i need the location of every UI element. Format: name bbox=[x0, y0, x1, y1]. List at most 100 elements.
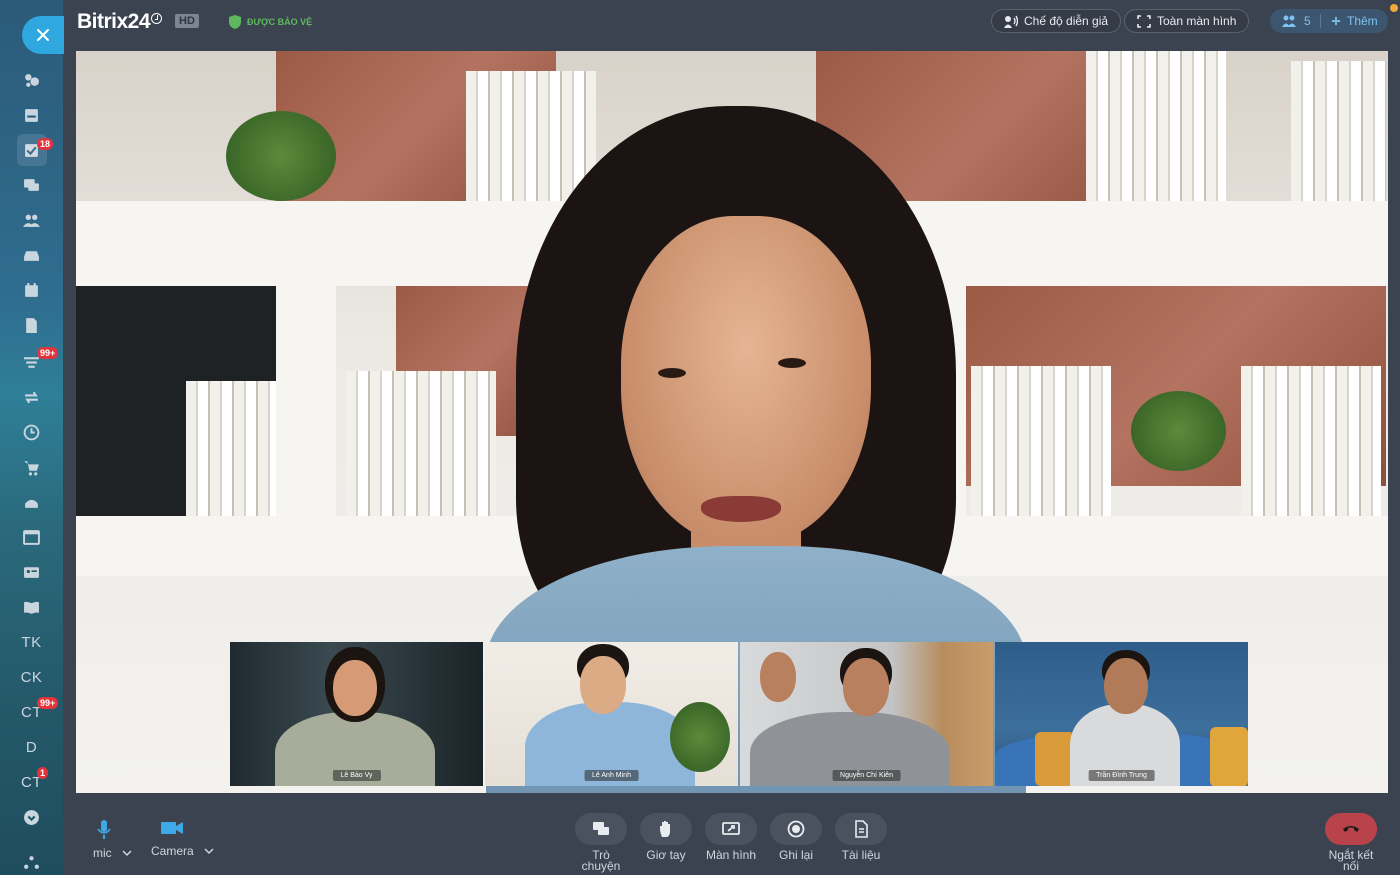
participant-tile[interactable]: Lê Bảo Vy bbox=[230, 642, 483, 786]
video-scene bbox=[843, 658, 889, 716]
browser-icon bbox=[23, 529, 40, 545]
record-circle[interactable] bbox=[770, 813, 822, 845]
chat-button-circle[interactable] bbox=[575, 813, 627, 845]
hang-up-icon bbox=[1343, 826, 1359, 832]
sidebar-item-time[interactable] bbox=[0, 415, 63, 449]
sidebar-item-groups[interactable] bbox=[0, 203, 63, 237]
video-scene bbox=[778, 358, 806, 368]
sidebar-item-ct-2[interactable]: CT 1 bbox=[0, 765, 63, 799]
sidebar-item-d[interactable]: D bbox=[0, 730, 63, 764]
sync-icon bbox=[25, 391, 38, 403]
disconnect-button[interactable]: Ngắt kết nối bbox=[1325, 813, 1377, 872]
camera-icon bbox=[161, 822, 183, 834]
plus-icon bbox=[1331, 16, 1341, 26]
record-label: Ghi lại bbox=[778, 848, 813, 862]
participant-tile[interactable]: Lê Anh Minh bbox=[485, 642, 738, 786]
sidebar-item-tasks[interactable]: 18 bbox=[0, 133, 63, 167]
hd-badge: HD bbox=[175, 14, 199, 28]
sidebar-item-knowledge[interactable] bbox=[0, 590, 63, 624]
screen-share-circle[interactable] bbox=[705, 813, 757, 845]
sidebar-item-robot[interactable] bbox=[0, 485, 63, 519]
speaker-mode-button[interactable]: Chế độ diễn giả bbox=[991, 9, 1122, 33]
video-scene bbox=[1241, 366, 1381, 516]
participants-button[interactable]: 5 bbox=[1270, 14, 1320, 28]
video-scene bbox=[1291, 61, 1386, 201]
sidebar-item-messages[interactable] bbox=[0, 98, 63, 132]
fullscreen-button[interactable]: Toàn màn hình bbox=[1124, 9, 1250, 33]
notification-dot bbox=[1390, 4, 1398, 12]
sidebar-item-documents[interactable] bbox=[0, 308, 63, 342]
hand-icon bbox=[660, 821, 670, 837]
video-scene bbox=[226, 111, 336, 201]
shield-icon bbox=[229, 15, 241, 29]
sidebar-item-label: D bbox=[25, 738, 38, 756]
sidebar-item-chat[interactable] bbox=[0, 168, 63, 202]
chat-icon bbox=[593, 822, 609, 835]
add-participant-button[interactable]: Thêm bbox=[1321, 14, 1378, 28]
logo-clock-icon bbox=[151, 12, 163, 24]
record-icon bbox=[787, 820, 805, 838]
fullscreen-label: Toàn màn hình bbox=[1157, 14, 1237, 28]
sidebar-item-filter[interactable]: 99+ bbox=[0, 345, 63, 379]
cart-icon bbox=[24, 460, 39, 475]
sidebar-item-drive[interactable] bbox=[0, 238, 63, 272]
sidebar-more-button[interactable] bbox=[0, 800, 63, 834]
participant-name: Nguyễn Chí Kiên bbox=[832, 770, 901, 781]
participants-count: 5 bbox=[1304, 14, 1311, 28]
documents-button[interactable]: Tài liệu bbox=[835, 813, 887, 861]
video-scene bbox=[346, 371, 496, 516]
video-scene bbox=[1131, 391, 1226, 471]
close-icon bbox=[37, 29, 49, 41]
network-icon bbox=[24, 855, 39, 869]
sidebar-item-sync[interactable] bbox=[0, 380, 63, 414]
video-call-app: 18 99+ TK CK CT 99+ D CT 1 Bitrix24 HD Đ… bbox=[0, 0, 1400, 875]
raise-hand-button[interactable]: Giơ tay bbox=[640, 813, 692, 861]
sidebar-item-ck[interactable]: CK bbox=[0, 660, 63, 694]
sidebar-item-shop[interactable] bbox=[0, 450, 63, 484]
bitrix-logo: Bitrix24 bbox=[77, 10, 163, 34]
users-icon bbox=[1282, 15, 1296, 27]
participant-thumbnails: Lê Bảo Vy Lê Anh Minh Nguyễn Chí Kiên Tr… bbox=[230, 642, 1248, 786]
sidebar-item-calendar[interactable] bbox=[0, 273, 63, 307]
group-icon bbox=[23, 214, 40, 227]
record-button[interactable]: Ghi lại bbox=[770, 813, 822, 861]
contact-card-icon bbox=[24, 566, 39, 578]
sidebar-item-label: CK bbox=[20, 668, 43, 686]
left-sidebar: 18 99+ TK CK CT 99+ D CT 1 bbox=[0, 0, 64, 875]
chevron-down-icon[interactable] bbox=[204, 847, 214, 855]
chat-button[interactable]: Trò chuyện bbox=[575, 813, 627, 872]
video-scene bbox=[760, 652, 796, 702]
ct-badge: 1 bbox=[37, 767, 49, 779]
disconnect-circle[interactable] bbox=[1325, 813, 1377, 845]
documents-label: Tài liệu bbox=[841, 848, 881, 862]
close-call-button[interactable] bbox=[22, 16, 64, 54]
participants-pill: 5 Thêm bbox=[1270, 9, 1388, 33]
documents-circle[interactable] bbox=[835, 813, 887, 845]
mic-control[interactable]: mic bbox=[93, 820, 132, 860]
camera-label: Camera bbox=[151, 844, 194, 858]
screen-share-icon bbox=[722, 822, 740, 835]
sidebar-item-tk[interactable]: TK bbox=[0, 625, 63, 659]
speaker-mode-label: Chế độ diễn giả bbox=[1024, 14, 1109, 28]
inbox-icon bbox=[25, 108, 38, 122]
video-scene bbox=[1104, 658, 1148, 714]
camera-control[interactable]: Camera bbox=[151, 821, 214, 858]
screen-share-button[interactable]: Màn hình bbox=[705, 813, 757, 861]
sidebar-item-network[interactable] bbox=[0, 845, 63, 875]
video-scene bbox=[1210, 727, 1248, 786]
participant-name: Lê Anh Minh bbox=[584, 770, 639, 781]
participant-tile[interactable]: Nguyễn Chí Kiên bbox=[740, 642, 993, 786]
participant-name: Trần Đình Trung bbox=[1088, 770, 1155, 781]
book-icon bbox=[24, 601, 39, 614]
participant-tile[interactable]: Trần Đình Trung bbox=[995, 642, 1248, 786]
android-icon bbox=[25, 499, 38, 508]
video-scene bbox=[1086, 51, 1226, 201]
sidebar-item-contacts[interactable] bbox=[0, 555, 63, 589]
sidebar-item-sites[interactable] bbox=[0, 520, 63, 554]
sidebar-item-ct[interactable]: CT 99+ bbox=[0, 695, 63, 729]
sidebar-item-feed[interactable] bbox=[0, 63, 63, 97]
top-bar: Bitrix24 HD ĐƯỢC BẢO VỆ Chế độ diễn giả … bbox=[63, 0, 1400, 48]
raise-hand-circle[interactable] bbox=[640, 813, 692, 845]
chevron-down-icon[interactable] bbox=[122, 849, 132, 857]
chat-icon bbox=[24, 178, 39, 191]
